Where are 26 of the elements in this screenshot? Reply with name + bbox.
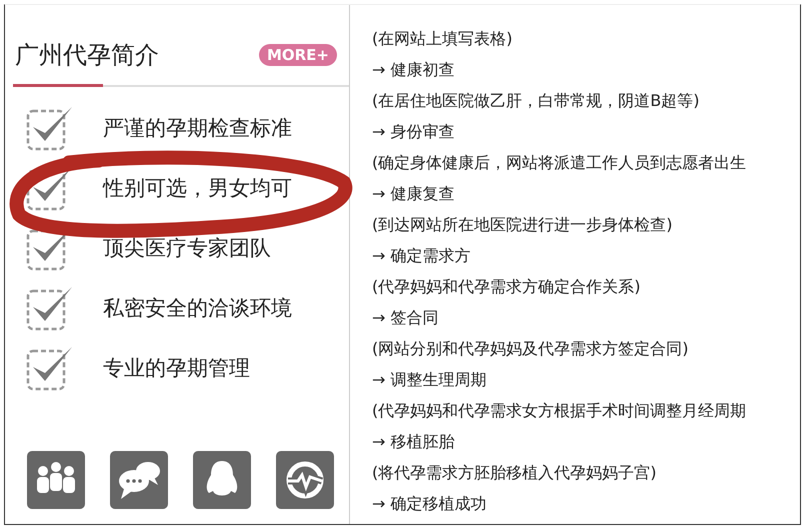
penguin-icon[interactable]	[193, 451, 251, 509]
process-step: → 签合同	[372, 302, 800, 333]
feature-label: 性别可选，男女均可	[103, 175, 292, 202]
process-step: (代孕妈妈和代孕需求方确定合作关系)	[372, 271, 800, 302]
process-step: → 健康复查	[372, 178, 800, 209]
feature-label: 专业的孕期管理	[103, 355, 250, 382]
more-button[interactable]: MORE+	[258, 44, 337, 66]
section-title: 广州代孕简介	[15, 40, 159, 71]
chat-bubbles-icon[interactable]	[110, 451, 168, 509]
feature-label: 私密安全的洽谈环境	[103, 295, 292, 322]
process-step: (网站分别和代孕妈妈及代孕需求方签定合同)	[372, 333, 800, 364]
people-group-icon[interactable]	[27, 451, 85, 509]
process-step: → 确定移植成功	[372, 488, 800, 519]
process-step: (代孕妈妈和代孕需求女方根据手术时间调整月经周期	[372, 395, 800, 426]
process-step: (确定身体健康后，网站将派遣工作人员到志愿者出生	[372, 147, 800, 178]
process-step: → 身份审查	[372, 116, 800, 147]
process-step: (在居住地医院做乙肝，白带常规，阴道B超等)	[372, 85, 800, 116]
process-step: → 确定需求方	[372, 240, 800, 271]
feature-label: 顶尖医疗专家团队	[103, 235, 271, 262]
process-step: (在网站上填写表格)	[372, 23, 800, 54]
process-step: → 健康初查	[372, 54, 800, 85]
process-step: (到达网站所在地医院进行进一步身体检查)	[372, 209, 800, 240]
feature-label: 严谨的孕期检查标准	[103, 115, 292, 142]
process-step: → 移植胚胎	[372, 426, 800, 457]
process-step: (将代孕需求方胚胎移植入代孕妈妈子宫)	[372, 457, 800, 488]
process-step: → 调整生理周期	[372, 364, 800, 395]
